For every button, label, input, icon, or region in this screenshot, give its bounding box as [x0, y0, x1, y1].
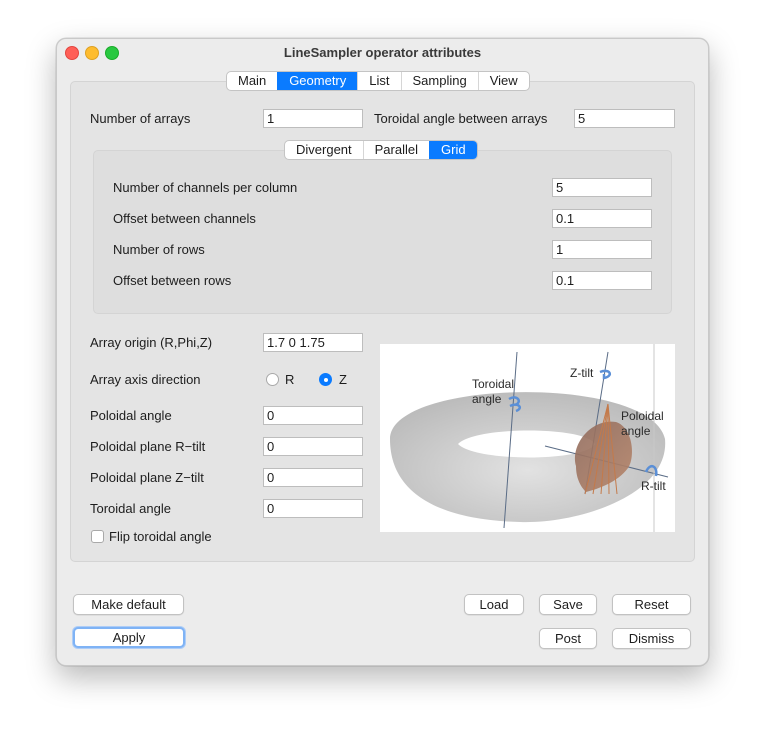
geometry-subtab-bar: Divergent Parallel Grid [284, 140, 478, 160]
title-bar: LineSampler operator attributes [57, 39, 708, 67]
tab-main[interactable]: Main [227, 72, 277, 90]
offset-channels-input[interactable] [552, 209, 652, 228]
main-tab-bar: Main Geometry List Sampling View [226, 71, 530, 91]
num-arrays-label: Number of arrays [90, 111, 191, 126]
toroidal-between-arrays-input[interactable] [574, 109, 675, 128]
tab-sampling[interactable]: Sampling [400, 72, 478, 90]
r-tilt-input[interactable] [263, 437, 363, 456]
num-rows-label: Number of rows [113, 242, 205, 257]
z-tilt-rotation-icon [599, 369, 612, 380]
channels-per-column-input[interactable] [552, 178, 652, 197]
offset-rows-label: Offset between rows [113, 273, 232, 288]
diagram-rtilt-label: R-tilt [641, 479, 666, 493]
z-tilt-input[interactable] [263, 468, 363, 487]
flip-toroidal-checkbox[interactable] [91, 530, 104, 543]
offset-channels-label: Offset between channels [113, 211, 256, 226]
tab-grid[interactable]: Grid [429, 141, 477, 159]
array-origin-input[interactable] [263, 333, 363, 352]
poloidal-angle-input[interactable] [263, 406, 363, 425]
offset-rows-input[interactable] [552, 271, 652, 290]
tab-divergent[interactable]: Divergent [285, 141, 363, 159]
axis-z-radio[interactable] [319, 373, 332, 386]
window-title: LineSampler operator attributes [283, 45, 482, 60]
num-rows-input[interactable] [552, 240, 652, 259]
z-tilt-label: Poloidal plane Z−tilt [90, 470, 204, 485]
axis-direction-label: Array axis direction [90, 372, 201, 387]
reset-button[interactable]: Reset [612, 594, 691, 615]
diagram-ztilt-label: Z-tilt [570, 366, 594, 380]
tab-view[interactable]: View [477, 72, 529, 90]
diagram-toroidal-label-1: Toroidal [472, 377, 514, 391]
torus-diagram: Toroidal angle Z-tilt Poloidal angle R-t… [390, 344, 669, 532]
toroidal-angle-input[interactable] [263, 499, 363, 518]
make-default-button[interactable]: Make default [73, 594, 184, 615]
axis-r-label: R [285, 372, 295, 387]
toroidal-between-arrays-label: Toroidal angle between arrays [374, 111, 548, 126]
num-arrays-input[interactable] [263, 109, 363, 128]
array-origin-label: Array origin (R,Phi,Z) [90, 335, 213, 350]
diagram-poloidal-label-1: Poloidal [621, 409, 664, 423]
tab-list[interactable]: List [357, 72, 400, 90]
diagram-poloidal-label-2: angle [621, 424, 651, 438]
channels-per-column-label: Number of channels per column [113, 180, 298, 195]
toroidal-angle-label: Toroidal angle [90, 501, 171, 516]
tab-geometry[interactable]: Geometry [277, 72, 358, 90]
r-tilt-label: Poloidal plane R−tilt [90, 439, 206, 454]
post-button[interactable]: Post [539, 628, 597, 649]
window: LineSampler operator attributes Main Geo… [56, 38, 709, 666]
axis-r-radio[interactable] [266, 373, 279, 386]
flip-toroidal-label: Flip toroidal angle [109, 529, 212, 544]
apply-button[interactable]: Apply [73, 627, 185, 648]
geometry-diagram: Toroidal angle Z-tilt Poloidal angle R-t… [380, 344, 675, 532]
axis-z-label: Z [339, 372, 347, 387]
load-button[interactable]: Load [464, 594, 524, 615]
dismiss-button[interactable]: Dismiss [612, 628, 691, 649]
save-button[interactable]: Save [539, 594, 597, 615]
diagram-toroidal-label-2: angle [472, 392, 502, 406]
poloidal-angle-label: Poloidal angle [90, 408, 172, 423]
tab-parallel[interactable]: Parallel [362, 141, 429, 159]
